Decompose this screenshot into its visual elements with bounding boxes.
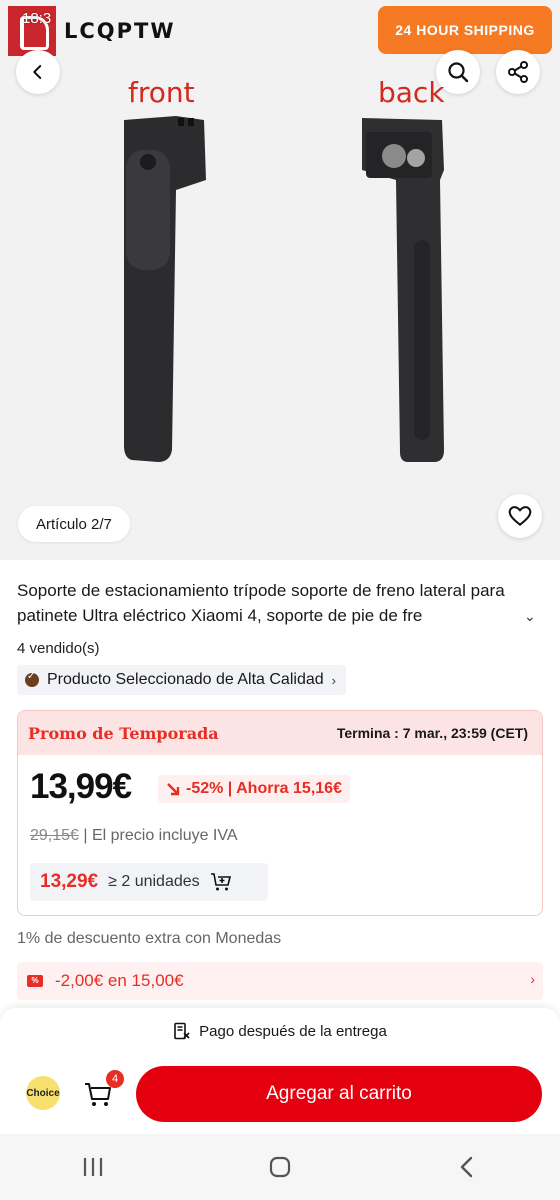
- front-label: front: [128, 76, 195, 109]
- wishlist-button[interactable]: [498, 494, 542, 538]
- bulk-price-chip[interactable]: 13,29€ ≥ 2 unidades: [30, 863, 268, 901]
- chevron-left-icon: [33, 65, 42, 79]
- system-back-button[interactable]: [437, 1147, 497, 1187]
- system-nav-bar: [0, 1134, 560, 1200]
- receipt-icon: [174, 1022, 190, 1040]
- promo-header: Promo de Temporada Termina : 7 mar., 23:…: [18, 711, 542, 755]
- share-button[interactable]: [496, 50, 540, 94]
- sold-count: 4 vendido(s): [17, 640, 100, 657]
- discount-badge: -52% | Ahorra 15,16€: [158, 775, 350, 803]
- recents-icon: [84, 1158, 103, 1176]
- heart-icon: [508, 506, 532, 526]
- discount-text: -52% | Ahorra 15,16€: [186, 780, 342, 797]
- pay-after-delivery-note: Pago después de la entrega: [0, 1022, 560, 1040]
- back-label: back: [378, 76, 445, 109]
- coupon-row[interactable]: % -2,00€ en 15,00€ ›: [17, 962, 543, 1000]
- home-icon: [269, 1156, 291, 1178]
- promo-title: Promo de Temporada: [28, 723, 219, 743]
- product-title[interactable]: Soporte de estacionamiento trípode sopor…: [17, 578, 547, 628]
- promo-end-time: Termina : 7 mar., 23:59 (CET): [336, 725, 528, 741]
- bulk-price: 13,29€: [40, 871, 99, 892]
- home-button[interactable]: [250, 1147, 310, 1187]
- add-to-cart-icon: [210, 873, 231, 891]
- product-image-gallery[interactable]: LCQPTW 18:3 24 HOUR SHIPPING front back …: [0, 0, 560, 560]
- status-time: 18:3: [22, 10, 52, 27]
- quality-badge[interactable]: Producto Seleccionado de Alta Calidad ›: [17, 665, 346, 695]
- pay-note-text: Pago después de la entrega: [199, 1022, 387, 1040]
- kickstand-back-image: [362, 118, 444, 462]
- quality-badge-label: Producto Seleccionado de Alta Calidad: [47, 671, 324, 688]
- original-price-row: 29,15€ | El precio incluye IVA: [30, 827, 238, 845]
- chevron-down-icon[interactable]: ⌄: [524, 608, 536, 625]
- add-to-cart-button[interactable]: Agregar al carrito: [136, 1066, 542, 1122]
- bottom-action-bar: Pago después de la entrega Choice 4 Agre…: [0, 1008, 560, 1134]
- down-arrow-icon: [167, 783, 180, 796]
- original-price: 29,15€: [30, 827, 79, 844]
- medal-icon: [25, 671, 39, 687]
- promo-card: Promo de Temporada Termina : 7 mar., 23:…: [17, 710, 543, 916]
- choice-badge[interactable]: Choice: [26, 1076, 60, 1110]
- kickstand-front-image: [124, 116, 206, 462]
- coupon-icon: %: [27, 975, 43, 987]
- share-icon: [508, 61, 528, 83]
- bulk-quantity: ≥ 2 unidades: [108, 873, 200, 890]
- back-button[interactable]: [16, 50, 60, 94]
- image-counter: Artículo 2/7: [18, 506, 130, 542]
- back-chevron-icon: [460, 1156, 472, 1178]
- tax-note: | El precio incluye IVA: [78, 827, 238, 844]
- sale-price: 13,99€: [30, 767, 132, 806]
- search-icon: [448, 62, 469, 83]
- coins-discount: 1% de descuento extra con Monedas: [17, 930, 282, 947]
- cart-count-badge: 4: [106, 1070, 124, 1088]
- coupon-text: -2,00€ en 15,00€: [55, 971, 184, 990]
- chevron-right-icon: ›: [331, 672, 336, 688]
- recents-button[interactable]: [63, 1147, 123, 1187]
- brand-name: LCQPTW: [64, 19, 176, 43]
- shipping-badge: 24 HOUR SHIPPING: [378, 6, 552, 54]
- chevron-right-icon: ›: [530, 971, 535, 987]
